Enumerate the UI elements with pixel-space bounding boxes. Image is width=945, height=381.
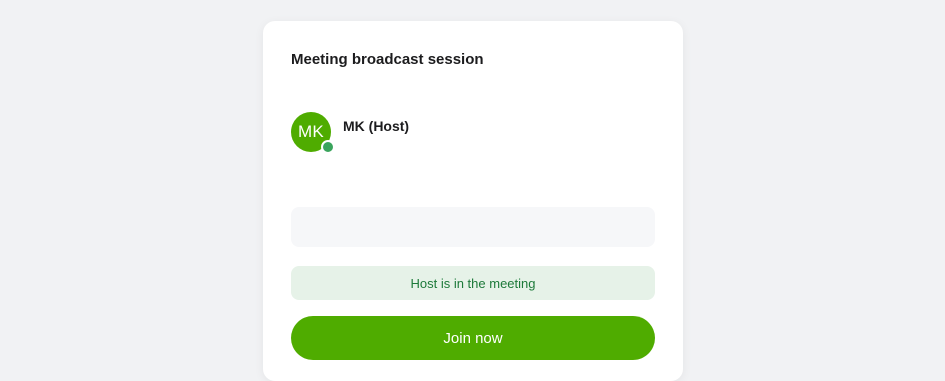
- message-area: [291, 207, 655, 247]
- participant-host: MK MK (Host): [291, 112, 410, 154]
- avatar: MK: [291, 112, 335, 154]
- participant-name: MK (Host): [343, 118, 410, 134]
- host-status-banner: Host is in the meeting: [291, 266, 655, 300]
- presence-online-icon: [321, 140, 335, 154]
- avatar-initials: MK: [298, 122, 324, 141]
- host-status-text: Host is in the meeting: [410, 275, 536, 291]
- broadcast-session-card: Meeting broadcast session MK MK (Host) H…: [263, 21, 683, 381]
- session-title: Meeting broadcast session: [291, 51, 484, 68]
- join-now-button[interactable]: Join now: [291, 316, 655, 360]
